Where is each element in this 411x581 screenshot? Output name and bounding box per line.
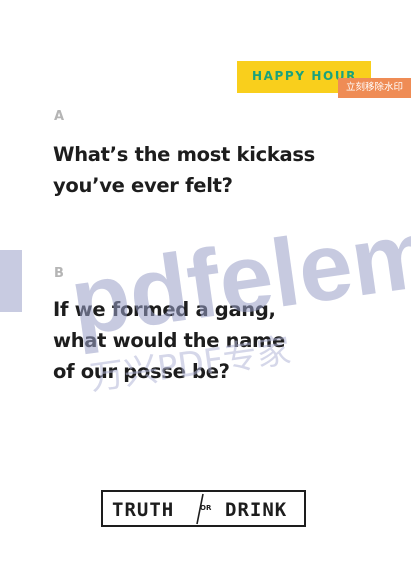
logo-word-truth: TRUTH [112, 499, 175, 521]
logo-word-drink: DRINK [225, 499, 288, 521]
question-letter-a: A [54, 109, 65, 124]
remove-watermark-button[interactable]: 立刻移除水印 [338, 78, 411, 98]
question-text-b: If we formed a gang, what would the name… [53, 298, 285, 383]
watermark-block [0, 250, 22, 312]
question-text-a: What’s the most kickass you’ve ever felt… [53, 143, 315, 197]
question-letter-b: B [54, 266, 64, 281]
question-card: HAPPY HOUR A What’s the most kickass you… [0, 0, 411, 581]
logo-word-or: OR [200, 504, 212, 512]
brand-logo: TRUTH OR DRINK [101, 490, 306, 527]
